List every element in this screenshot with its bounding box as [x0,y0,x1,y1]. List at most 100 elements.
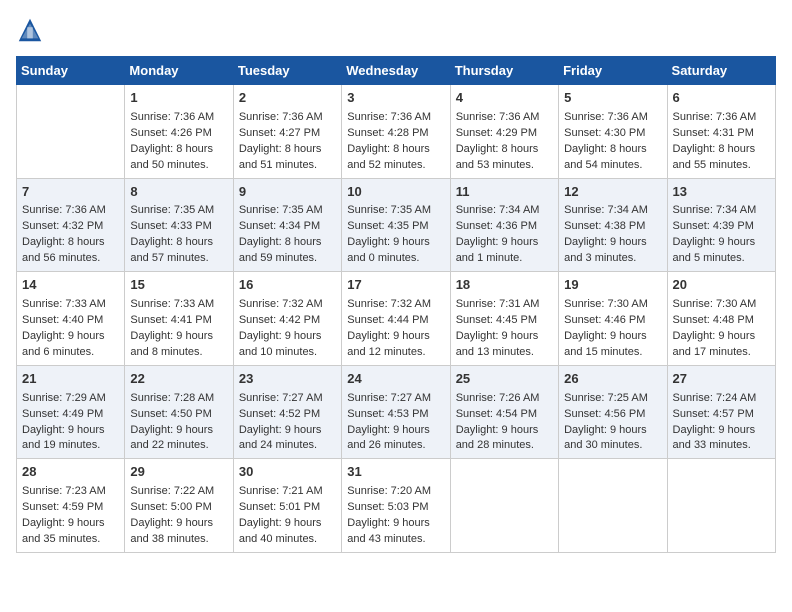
day-number: 31 [347,463,444,482]
day-info: Sunrise: 7:34 AM Sunset: 4:39 PM Dayligh… [673,203,770,267]
day-info: Sunrise: 7:33 AM Sunset: 4:40 PM Dayligh… [22,297,119,361]
calendar-cell: 16 Sunrise: 7:32 AM Sunset: 4:42 PM Dayli… [233,272,341,366]
calendar-cell: 30 Sunrise: 7:21 AM Sunset: 5:01 PM Dayli… [233,459,341,553]
calendar-cell: 11Sunrise: 7:34 AM Sunset: 4:36 PM Dayli… [450,178,558,272]
calendar-cell: 10Sunrise: 7:35 AM Sunset: 4:35 PM Dayli… [342,178,450,272]
day-info: Sunrise: 7:36 AM Sunset: 4:29 PM Dayligh… [456,110,553,174]
day-info: Sunrise: 7:27 AM Sunset: 4:53 PM Dayligh… [347,391,444,455]
calendar-week-row: 14 Sunrise: 7:33 AM Sunset: 4:40 PM Dayli… [17,272,776,366]
day-info: Sunrise: 7:34 AM Sunset: 4:38 PM Dayligh… [564,203,661,267]
day-number: 1 [130,89,227,108]
calendar-cell: 9Sunrise: 7:35 AM Sunset: 4:34 PM Daylig… [233,178,341,272]
calendar-cell: 1 Sunrise: 7:36 AM Sunset: 4:26 PM Daylig… [125,85,233,179]
day-number: 11 [456,183,553,202]
day-number: 19 [564,276,661,295]
calendar-cell: 28 Sunrise: 7:23 AM Sunset: 4:59 PM Dayli… [17,459,125,553]
day-number: 4 [456,89,553,108]
day-info: Sunrise: 7:27 AM Sunset: 4:52 PM Dayligh… [239,391,336,455]
calendar-week-row: 28 Sunrise: 7:23 AM Sunset: 4:59 PM Dayli… [17,459,776,553]
day-number: 29 [130,463,227,482]
calendar-cell: 21 Sunrise: 7:29 AM Sunset: 4:49 PM Dayli… [17,365,125,459]
calendar-cell: 2Sunrise: 7:36 AM Sunset: 4:27 PM Daylig… [233,85,341,179]
calendar-cell: 13Sunrise: 7:34 AM Sunset: 4:39 PM Dayli… [667,178,775,272]
calendar-cell: 8Sunrise: 7:35 AM Sunset: 4:33 PM Daylig… [125,178,233,272]
day-number: 23 [239,370,336,389]
calendar-week-row: 21 Sunrise: 7:29 AM Sunset: 4:49 PM Dayli… [17,365,776,459]
calendar-cell: 15 Sunrise: 7:33 AM Sunset: 4:41 PM Dayli… [125,272,233,366]
header-wednesday: Wednesday [342,57,450,85]
day-number: 14 [22,276,119,295]
day-info: Sunrise: 7:26 AM Sunset: 4:54 PM Dayligh… [456,391,553,455]
day-number: 3 [347,89,444,108]
day-number: 15 [130,276,227,295]
calendar-cell: 17 Sunrise: 7:32 AM Sunset: 4:44 PM Dayli… [342,272,450,366]
calendar-cell: 14 Sunrise: 7:33 AM Sunset: 4:40 PM Dayli… [17,272,125,366]
day-number: 24 [347,370,444,389]
calendar-cell [450,459,558,553]
calendar-cell [17,85,125,179]
calendar-cell: 23 Sunrise: 7:27 AM Sunset: 4:52 PM Dayli… [233,365,341,459]
calendar-cell: 22 Sunrise: 7:28 AM Sunset: 4:50 PM Dayli… [125,365,233,459]
day-info: Sunrise: 7:31 AM Sunset: 4:45 PM Dayligh… [456,297,553,361]
day-info: Sunrise: 7:20 AM Sunset: 5:03 PM Dayligh… [347,484,444,548]
day-number: 17 [347,276,444,295]
header-tuesday: Tuesday [233,57,341,85]
calendar-cell: 5 Sunrise: 7:36 AM Sunset: 4:30 PM Daylig… [559,85,667,179]
day-info: Sunrise: 7:35 AM Sunset: 4:35 PM Dayligh… [347,203,444,267]
day-info: Sunrise: 7:22 AM Sunset: 5:00 PM Dayligh… [130,484,227,548]
day-number: 5 [564,89,661,108]
day-number: 22 [130,370,227,389]
day-info: Sunrise: 7:32 AM Sunset: 4:44 PM Dayligh… [347,297,444,361]
day-info: Sunrise: 7:36 AM Sunset: 4:27 PM Dayligh… [239,110,336,174]
calendar-cell: 29 Sunrise: 7:22 AM Sunset: 5:00 PM Dayli… [125,459,233,553]
day-info: Sunrise: 7:32 AM Sunset: 4:42 PM Dayligh… [239,297,336,361]
day-number: 18 [456,276,553,295]
header-friday: Friday [559,57,667,85]
calendar-cell: 27 Sunrise: 7:24 AM Sunset: 4:57 PM Dayli… [667,365,775,459]
header-saturday: Saturday [667,57,775,85]
calendar-cell: 6Sunrise: 7:36 AM Sunset: 4:31 PM Daylig… [667,85,775,179]
day-number: 21 [22,370,119,389]
day-info: Sunrise: 7:29 AM Sunset: 4:49 PM Dayligh… [22,391,119,455]
day-info: Sunrise: 7:36 AM Sunset: 4:31 PM Dayligh… [673,110,770,174]
day-number: 12 [564,183,661,202]
calendar-cell: 26 Sunrise: 7:25 AM Sunset: 4:56 PM Dayli… [559,365,667,459]
day-info: Sunrise: 7:21 AM Sunset: 5:01 PM Dayligh… [239,484,336,548]
page-header [16,16,776,44]
calendar-cell [667,459,775,553]
day-info: Sunrise: 7:35 AM Sunset: 4:34 PM Dayligh… [239,203,336,267]
day-info: Sunrise: 7:23 AM Sunset: 4:59 PM Dayligh… [22,484,119,548]
header-sunday: Sunday [17,57,125,85]
day-info: Sunrise: 7:35 AM Sunset: 4:33 PM Dayligh… [130,203,227,267]
day-info: Sunrise: 7:34 AM Sunset: 4:36 PM Dayligh… [456,203,553,267]
header-thursday: Thursday [450,57,558,85]
calendar-cell: 25Sunrise: 7:26 AM Sunset: 4:54 PM Dayli… [450,365,558,459]
day-info: Sunrise: 7:24 AM Sunset: 4:57 PM Dayligh… [673,391,770,455]
calendar-cell: 20Sunrise: 7:30 AM Sunset: 4:48 PM Dayli… [667,272,775,366]
day-number: 28 [22,463,119,482]
logo [16,16,46,44]
day-number: 7 [22,183,119,202]
day-number: 10 [347,183,444,202]
day-number: 26 [564,370,661,389]
calendar-week-row: 1 Sunrise: 7:36 AM Sunset: 4:26 PM Daylig… [17,85,776,179]
day-info: Sunrise: 7:33 AM Sunset: 4:41 PM Dayligh… [130,297,227,361]
day-number: 30 [239,463,336,482]
day-info: Sunrise: 7:25 AM Sunset: 4:56 PM Dayligh… [564,391,661,455]
calendar-cell: 31 Sunrise: 7:20 AM Sunset: 5:03 PM Dayli… [342,459,450,553]
calendar-table: SundayMondayTuesdayWednesdayThursdayFrid… [16,56,776,553]
calendar-header-row: SundayMondayTuesdayWednesdayThursdayFrid… [17,57,776,85]
day-info: Sunrise: 7:30 AM Sunset: 4:48 PM Dayligh… [673,297,770,361]
calendar-cell: 7Sunrise: 7:36 AM Sunset: 4:32 PM Daylig… [17,178,125,272]
day-info: Sunrise: 7:28 AM Sunset: 4:50 PM Dayligh… [130,391,227,455]
calendar-cell: 12Sunrise: 7:34 AM Sunset: 4:38 PM Dayli… [559,178,667,272]
day-info: Sunrise: 7:30 AM Sunset: 4:46 PM Dayligh… [564,297,661,361]
day-info: Sunrise: 7:36 AM Sunset: 4:26 PM Dayligh… [130,110,227,174]
day-number: 16 [239,276,336,295]
calendar-week-row: 7Sunrise: 7:36 AM Sunset: 4:32 PM Daylig… [17,178,776,272]
calendar-cell: 24 Sunrise: 7:27 AM Sunset: 4:53 PM Dayli… [342,365,450,459]
calendar-cell [559,459,667,553]
day-info: Sunrise: 7:36 AM Sunset: 4:30 PM Dayligh… [564,110,661,174]
calendar-cell: 19 Sunrise: 7:30 AM Sunset: 4:46 PM Dayli… [559,272,667,366]
day-number: 27 [673,370,770,389]
